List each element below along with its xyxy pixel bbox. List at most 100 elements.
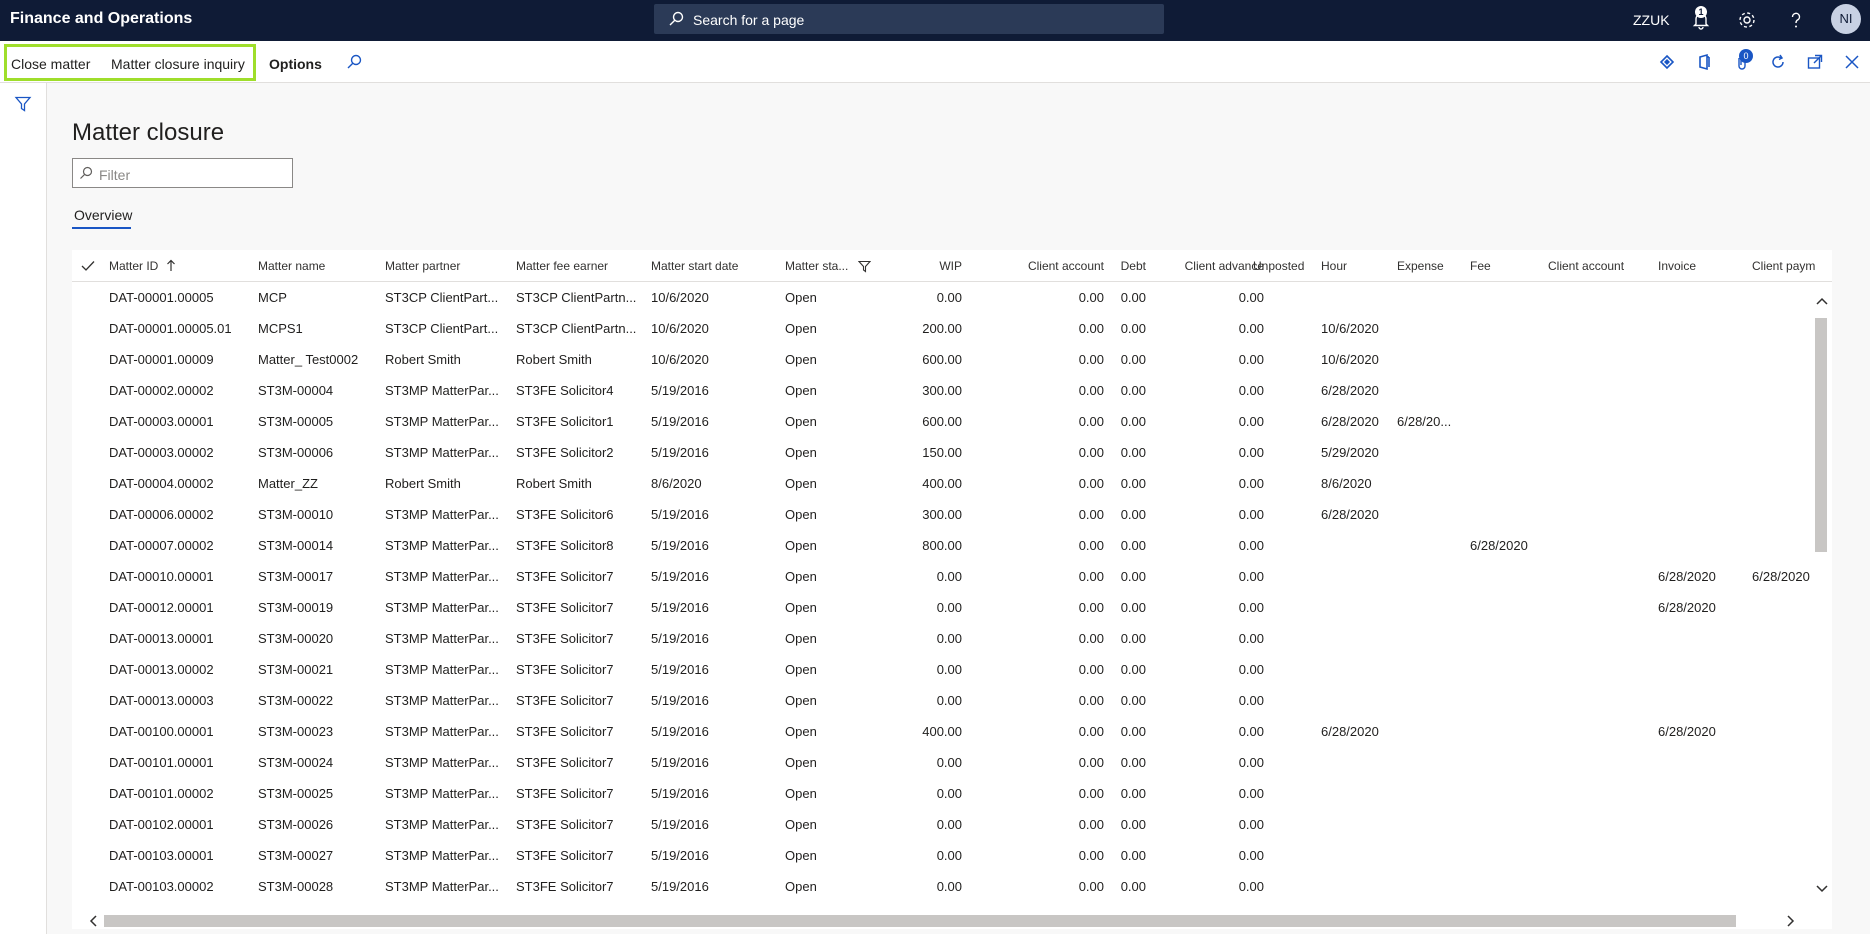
table-row[interactable]: DAT-00103.00001 ST3M-00027 ST3MP MatterPar… bbox=[72, 840, 1812, 871]
cell-client-advance: 0.00 bbox=[1238, 600, 1264, 615]
table-row[interactable]: DAT-00004.00002 Matter_ZZ Robert Smith Robe… bbox=[72, 468, 1812, 499]
cell-wip: 400.00 bbox=[922, 476, 962, 491]
cell-matter-start-date: 5/19/2016 bbox=[651, 600, 709, 615]
column-header-unposted[interactable]: Unposted bbox=[1253, 259, 1318, 273]
cell-wip: 600.00 bbox=[922, 352, 962, 367]
column-header-matter-fee-earner[interactable]: Matter fee earner bbox=[516, 259, 646, 273]
matter-closure-inquiry-button[interactable]: Matter closure inquiry bbox=[111, 56, 245, 72]
cell-matter-status: Open bbox=[785, 879, 817, 894]
cell-debt: 0.00 bbox=[1120, 445, 1146, 460]
column-header-hour[interactable]: Hour bbox=[1321, 259, 1391, 273]
cell-matter-partner: ST3CP ClientPart... bbox=[385, 321, 499, 336]
app-title[interactable]: Finance and Operations bbox=[10, 10, 192, 28]
table-row[interactable]: DAT-00101.00002 ST3M-00025 ST3MP MatterPar… bbox=[72, 778, 1812, 809]
table-row[interactable]: DAT-00013.00002 ST3M-00021 ST3MP MatterPar… bbox=[72, 654, 1812, 685]
cell-matter-start-date: 5/19/2016 bbox=[651, 693, 709, 708]
cell-matter-fee-earner: ST3FE Solicitor7 bbox=[516, 569, 614, 584]
vertical-scroll-thumb[interactable] bbox=[1815, 318, 1827, 552]
cell-matter-start-date: 5/19/2016 bbox=[651, 662, 709, 677]
cell-matter-id: DAT-00007.00002 bbox=[109, 538, 214, 553]
close-icon[interactable] bbox=[1843, 53, 1861, 71]
cell-matter-fee-earner: ST3FE Solicitor6 bbox=[516, 507, 614, 522]
close-matter-button[interactable]: Close matter bbox=[11, 56, 90, 72]
cell-hour: 6/28/2020 bbox=[1321, 383, 1379, 398]
table-row[interactable]: DAT-00003.00002 ST3M-00006 ST3MP MatterPar… bbox=[72, 437, 1812, 468]
table-row[interactable]: DAT-00001.00005.01 MCPS1 ST3CP ClientPart.… bbox=[72, 313, 1812, 344]
cell-debt: 0.00 bbox=[1120, 631, 1146, 646]
table-row[interactable]: DAT-00103.00002 ST3M-00028 ST3MP MatterPar… bbox=[72, 871, 1812, 902]
column-header-invoice[interactable]: Invoice bbox=[1658, 259, 1730, 273]
page-search-box[interactable]: Search for a page bbox=[654, 4, 1164, 34]
column-header-matter-status[interactable]: Matter sta... bbox=[785, 259, 857, 273]
column-header-wip[interactable]: WIP bbox=[902, 259, 962, 273]
table-row[interactable]: DAT-00101.00001 ST3M-00024 ST3MP MatterPar… bbox=[72, 747, 1812, 778]
table-row[interactable]: DAT-00001.00009 Matter_ Test0002 Robert Sm… bbox=[72, 344, 1812, 375]
table-row[interactable]: DAT-00006.00002 ST3M-00010 ST3MP MatterPar… bbox=[72, 499, 1812, 530]
office-icon[interactable] bbox=[1695, 53, 1713, 71]
column-header-client-account-2[interactable]: Client account bbox=[1548, 259, 1638, 273]
cell-wip: 150.00 bbox=[922, 445, 962, 460]
column-header-expense[interactable]: Expense bbox=[1397, 259, 1462, 273]
cell-matter-id: DAT-00013.00001 bbox=[109, 631, 214, 646]
help-icon[interactable] bbox=[1785, 9, 1807, 31]
options-tab[interactable]: Options bbox=[269, 56, 322, 72]
column-header-matter-name[interactable]: Matter name bbox=[258, 259, 378, 273]
cell-matter-fee-earner: ST3FE Solicitor7 bbox=[516, 786, 614, 801]
scroll-down-icon[interactable] bbox=[1815, 884, 1829, 894]
column-header-matter-id[interactable]: Matter ID bbox=[109, 259, 249, 273]
table-row[interactable]: DAT-00012.00001 ST3M-00019 ST3MP MatterPar… bbox=[72, 592, 1812, 623]
cell-matter-name: ST3M-00017 bbox=[258, 569, 334, 584]
cell-client-advance: 0.00 bbox=[1238, 476, 1264, 491]
table-row[interactable]: DAT-00002.00002 ST3M-00004 ST3MP MatterPar… bbox=[72, 375, 1812, 406]
cell-client-advance: 0.00 bbox=[1238, 383, 1264, 398]
column-header-matter-start-date[interactable]: Matter start date bbox=[651, 259, 776, 273]
cell-matter-id: DAT-00001.00005 bbox=[109, 290, 214, 305]
table-row[interactable]: DAT-00001.00005 MCP ST3CP ClientPart... ST3… bbox=[72, 282, 1812, 313]
cell-matter-name: ST3M-00023 bbox=[258, 724, 334, 739]
cell-matter-status: Open bbox=[785, 538, 817, 553]
power-apps-icon[interactable] bbox=[1658, 53, 1676, 71]
column-header-matter-partner[interactable]: Matter partner bbox=[385, 259, 510, 273]
cell-matter-id: DAT-00001.00009 bbox=[109, 352, 214, 367]
cell-hour: 6/28/2020 bbox=[1321, 724, 1379, 739]
horizontal-scroll-thumb[interactable] bbox=[104, 915, 1736, 927]
cell-matter-status: Open bbox=[785, 848, 817, 863]
page-title: Matter closure bbox=[72, 119, 225, 146]
column-filter-icon[interactable] bbox=[858, 260, 871, 273]
search-placeholder: Search for a page bbox=[693, 12, 805, 28]
table-row[interactable]: DAT-00013.00003 ST3M-00022 ST3MP MatterPar… bbox=[72, 685, 1812, 716]
table-row[interactable]: DAT-00007.00002 ST3M-00014 ST3MP MatterPar… bbox=[72, 530, 1812, 561]
table-row[interactable]: DAT-00013.00001 ST3M-00020 ST3MP MatterPar… bbox=[72, 623, 1812, 654]
cell-matter-status: Open bbox=[785, 414, 817, 429]
cell-matter-start-date: 5/19/2016 bbox=[651, 817, 709, 832]
table-row[interactable]: DAT-00003.00001 ST3M-00005 ST3MP MatterPar… bbox=[72, 406, 1812, 437]
select-all-checkmark-icon[interactable] bbox=[81, 260, 95, 272]
table-row[interactable]: DAT-00010.00001 ST3M-00017 ST3MP MatterPar… bbox=[72, 561, 1812, 592]
company-picker[interactable]: ZZUK bbox=[1633, 12, 1670, 28]
refresh-icon[interactable] bbox=[1769, 53, 1787, 71]
cell-matter-partner: ST3MP MatterPar... bbox=[385, 879, 499, 894]
user-avatar[interactable]: NI bbox=[1831, 4, 1861, 34]
column-header-debt[interactable]: Debt bbox=[1086, 259, 1146, 273]
table-row[interactable]: DAT-00100.00001 ST3M-00023 ST3MP MatterPar… bbox=[72, 716, 1812, 747]
scroll-left-icon[interactable] bbox=[88, 914, 98, 928]
column-header-fee[interactable]: Fee bbox=[1470, 259, 1540, 273]
filter-input[interactable]: Filter bbox=[72, 158, 293, 188]
tab-overview[interactable]: Overview bbox=[74, 207, 132, 223]
cell-matter-name: ST3M-00010 bbox=[258, 507, 334, 522]
search-icon[interactable] bbox=[345, 53, 363, 71]
column-header-client-advance[interactable]: Client advance bbox=[1164, 259, 1264, 273]
scroll-right-icon[interactable] bbox=[1786, 914, 1796, 928]
cell-matter-status: Open bbox=[785, 321, 817, 336]
gear-icon[interactable] bbox=[1736, 9, 1758, 31]
scroll-up-icon[interactable] bbox=[1815, 296, 1829, 306]
filter-icon[interactable] bbox=[14, 95, 32, 113]
cell-matter-partner: ST3CP ClientPart... bbox=[385, 290, 499, 305]
cell-matter-fee-earner: ST3FE Solicitor8 bbox=[516, 538, 614, 553]
cell-matter-start-date: 10/6/2020 bbox=[651, 321, 709, 336]
cell-matter-status: Open bbox=[785, 786, 817, 801]
cell-debt: 0.00 bbox=[1120, 569, 1146, 584]
table-row[interactable]: DAT-00102.00001 ST3M-00026 ST3MP MatterPar… bbox=[72, 809, 1812, 840]
open-new-window-icon[interactable] bbox=[1806, 53, 1824, 71]
column-header-client-payment[interactable]: Client paym bbox=[1752, 259, 1824, 273]
